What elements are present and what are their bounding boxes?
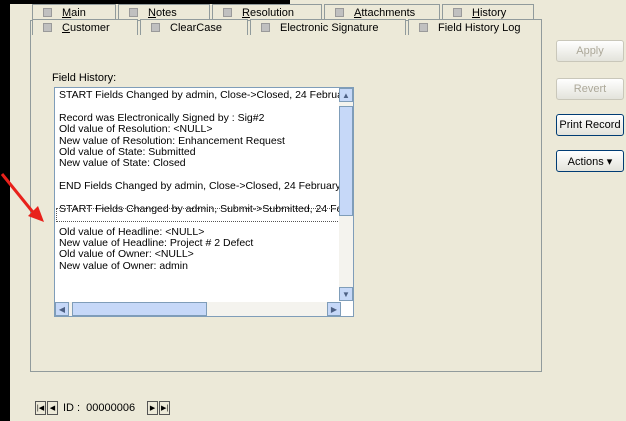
horizontal-scroll-thumb[interactable]	[72, 302, 207, 316]
vertical-scroll-thumb[interactable]	[339, 106, 353, 216]
tab-notes[interactable]: Notes	[118, 4, 210, 20]
field-history-line: New value of Headline: Project # 2 Defec…	[59, 238, 254, 250]
tab-label: Resolution	[242, 6, 294, 19]
scroll-up-icon[interactable]: ▲	[339, 88, 353, 102]
record-id-value: 00000006	[86, 402, 136, 414]
tab-bullet-icon	[335, 8, 344, 17]
first-record-icon[interactable]: |◀	[35, 401, 46, 415]
field-history-line	[59, 101, 347, 112]
tab-bullet-icon	[419, 23, 428, 32]
field-history-line: New value of Resolution: Enhancement Req…	[59, 135, 285, 147]
scroll-down-icon[interactable]: ▼	[339, 287, 353, 301]
tab-field-history-log[interactable]: Field History Log	[408, 19, 542, 35]
tab-label: Attachments	[354, 6, 416, 19]
field-history-line: New value of State: Closed	[59, 158, 186, 170]
tab-attachments[interactable]: Attachments	[324, 4, 440, 20]
record-window: Main Notes Resolution Attachments Histor…	[10, 0, 626, 421]
record-id-label: ID :	[63, 402, 81, 414]
tab-label: Customer	[62, 21, 110, 34]
tab-bullet-icon	[261, 23, 270, 32]
field-history-text: START Fields Changed by admin, Close->Cl…	[59, 90, 347, 272]
tab-label: Field History Log	[438, 21, 521, 34]
field-history-label: Field History:	[52, 72, 117, 84]
next-record-icon[interactable]: ▶	[147, 401, 159, 415]
scroll-left-icon[interactable]: ◀	[55, 302, 69, 316]
field-history-line: Old value of State: Submitted	[59, 146, 196, 158]
field-history-line: Old value of Resolution: <NULL>	[59, 124, 213, 136]
previous-record-icon[interactable]: ◀	[47, 401, 58, 415]
field-history-listbox[interactable]: START Fields Changed by admin, Close->Cl…	[54, 87, 354, 317]
selected-line-focus	[56, 208, 348, 222]
tab-label: History	[472, 6, 507, 19]
tab-bullet-icon	[223, 8, 232, 17]
tab-history[interactable]: History	[442, 4, 534, 20]
tab-electronic-signature[interactable]: Electronic Signature	[250, 19, 406, 35]
field-history-line: START Fields Changed by admin, Close->Cl…	[59, 90, 347, 101]
field-history-line: Old value of Headline: <NULL>	[59, 226, 205, 238]
tab-bullet-icon	[151, 23, 160, 32]
field-history-line	[59, 193, 347, 204]
tab-row-2: Customer ClearCase Electronic Signature …	[32, 19, 544, 35]
tab-resolution[interactable]: Resolution	[212, 4, 322, 20]
vertical-scrollbar[interactable]: ▲ ▼	[339, 88, 353, 301]
field-history-line	[59, 170, 347, 181]
tab-row-1: Main Notes Resolution Attachments Histor…	[32, 4, 536, 20]
field-history-line: END Fields Changed by admin, Close->Clos…	[59, 181, 347, 193]
field-history-line: Old value of Owner: <NULL>	[59, 249, 194, 261]
tab-clearcase[interactable]: ClearCase	[140, 19, 248, 35]
horizontal-scrollbar[interactable]: ◀ ▶	[55, 302, 341, 316]
tab-bullet-icon	[129, 8, 138, 17]
tab-label: ClearCase	[170, 21, 222, 34]
field-history-line: New value of Owner: admin	[59, 260, 188, 272]
annotation-arrow-icon	[0, 173, 44, 222]
tab-bullet-icon	[453, 8, 462, 17]
apply-button[interactable]: Apply	[556, 40, 624, 62]
tab-label: Electronic Signature	[280, 21, 379, 34]
tab-label: Main	[62, 6, 86, 19]
last-record-icon[interactable]: ▶|	[159, 401, 171, 415]
actions-button[interactable]: Actions ▾	[556, 150, 624, 172]
field-history-line: Record was Electronically Signed by : Si…	[59, 112, 265, 124]
print-record-button[interactable]: Print Record	[556, 114, 624, 136]
scroll-right-icon[interactable]: ▶	[327, 302, 341, 316]
record-navigator: |◀ ◀ ID : 00000006 ▶ ▶|	[35, 400, 171, 416]
revert-button[interactable]: Revert	[556, 78, 624, 100]
tab-label: Notes	[148, 6, 177, 19]
